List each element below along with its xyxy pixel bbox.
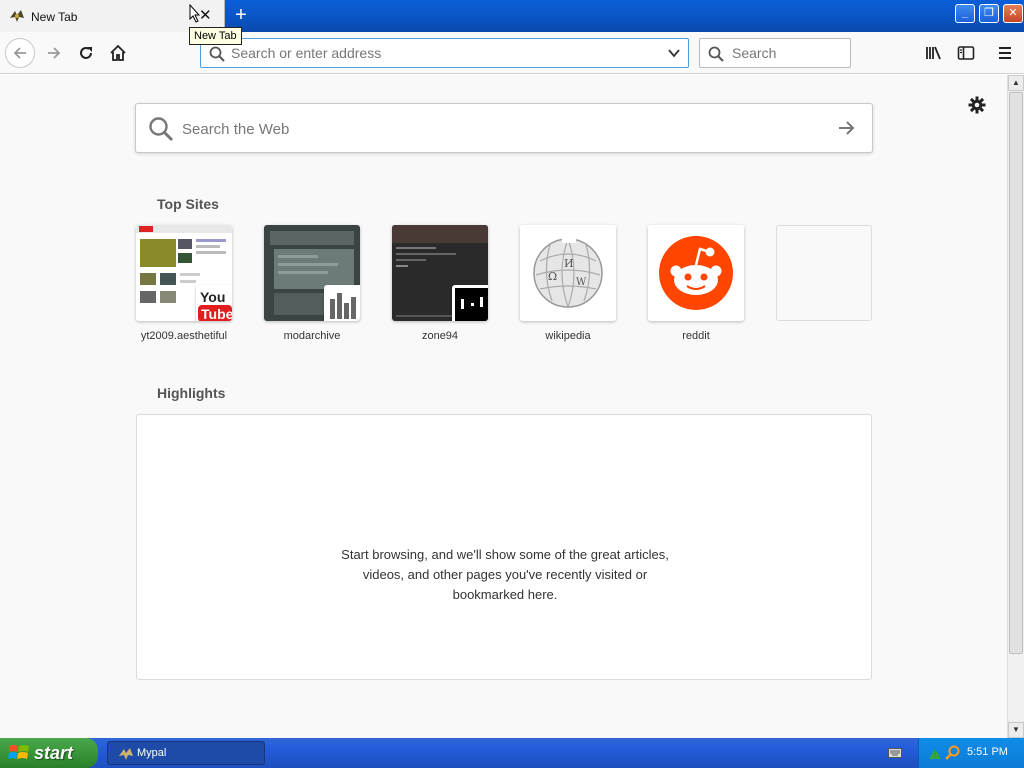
gear-icon	[968, 96, 986, 114]
minimize-button[interactable]: _	[955, 4, 975, 23]
back-arrow-icon	[13, 47, 26, 59]
menu-button[interactable]	[991, 39, 1019, 67]
web-search-box[interactable]	[135, 103, 873, 153]
scroll-up-arrow-icon[interactable]: ▲	[1008, 75, 1024, 91]
home-button[interactable]	[104, 39, 132, 67]
svg-text:W: W	[576, 277, 587, 288]
svg-text:Ω: Ω	[548, 270, 557, 283]
search-icon	[209, 46, 225, 62]
top-site-tile[interactable]: Ω И W wikipedia	[520, 225, 616, 342]
library-button[interactable]	[920, 39, 948, 67]
address-input[interactable]	[231, 44, 651, 62]
forward-arrow-icon	[48, 47, 61, 59]
search-icon	[149, 117, 174, 142]
top-site-label: modarchive	[283, 330, 341, 342]
top-site-tile[interactable]: reddit	[648, 225, 744, 342]
sidebar-toggle-button[interactable]	[952, 39, 980, 67]
search-icon	[708, 46, 724, 62]
tab-title: New Tab	[31, 10, 78, 24]
home-icon	[110, 44, 126, 61]
reload-button[interactable]	[72, 39, 100, 67]
top-site-tile[interactable]: You Tube yt2009.aesthetiful	[136, 225, 232, 342]
top-site-label: reddit	[682, 330, 710, 342]
site-thumbnail: You Tube	[136, 225, 232, 321]
svg-text:You: You	[200, 289, 225, 305]
scroll-thumb[interactable]	[1009, 92, 1023, 654]
wikipedia-globe-icon: Ω И W	[520, 225, 616, 321]
modarchive-logo-icon	[324, 285, 360, 321]
site-thumbnail	[392, 225, 488, 321]
site-thumbnail: Ω И W	[520, 225, 616, 321]
chevron-down-icon[interactable]	[667, 47, 681, 59]
navigation-toolbar	[0, 32, 1024, 74]
network-icon[interactable]	[927, 745, 943, 761]
taskbar-item-label: Mypal	[137, 747, 167, 759]
highlights-panel: Start browsing, and we'll show some of t…	[136, 414, 872, 680]
start-label: start	[34, 743, 74, 763]
zone94-logo-icon	[452, 285, 488, 321]
sidebar-icon	[957, 46, 975, 60]
settings-button[interactable]	[966, 94, 988, 116]
system-tray: 5:51 PM	[918, 738, 1024, 768]
empty-thumbnail	[776, 225, 872, 321]
windows-taskbar: start Mypal 5:51 PM	[0, 738, 1024, 768]
magnifier-tray-icon[interactable]	[945, 745, 961, 761]
top-sites-heading: Top Sites	[157, 196, 219, 212]
mouse-cursor-icon	[189, 3, 201, 26]
search-bar[interactable]	[699, 38, 851, 68]
maximize-button[interactable]: ❐	[979, 4, 999, 23]
address-bar[interactable]	[200, 38, 689, 68]
youtube-logo-icon: You Tube	[196, 285, 232, 321]
site-thumbnail	[264, 225, 360, 321]
reddit-logo-icon	[648, 225, 744, 321]
highlights-empty-message: Start browsing, and we'll show some of t…	[341, 547, 669, 602]
windows-logo-icon	[8, 745, 29, 759]
vertical-scrollbar[interactable]: ▲ ▼	[1007, 75, 1024, 738]
close-window-button[interactable]: ✕	[1003, 4, 1023, 23]
top-site-label: wikipedia	[545, 330, 591, 342]
web-search-input[interactable]	[182, 119, 802, 139]
tab-tooltip: New Tab	[189, 27, 242, 45]
top-site-label: yt2009.aesthetiful	[140, 330, 228, 342]
svg-text:Tube: Tube	[201, 306, 232, 321]
search-input[interactable]	[732, 44, 842, 62]
top-site-tile[interactable]: modarchive	[264, 225, 360, 342]
mypal-favicon-icon	[9, 9, 25, 23]
hamburger-menu-icon	[999, 47, 1011, 59]
forward-button[interactable]	[40, 39, 68, 67]
keyboard-icon[interactable]	[888, 748, 902, 758]
new-tab-button[interactable]: +	[231, 4, 251, 26]
scroll-down-arrow-icon[interactable]: ▼	[1008, 722, 1024, 738]
top-site-tile[interactable]: zone94	[392, 225, 488, 342]
arrow-right-icon[interactable]	[836, 118, 856, 138]
back-button[interactable]	[5, 38, 35, 68]
svg-text:И: И	[564, 257, 574, 270]
new-tab-page: Top Sites You	[0, 75, 1007, 738]
start-button[interactable]: start	[0, 738, 98, 768]
clock: 5:51 PM	[967, 746, 1008, 758]
top-site-empty-slot	[776, 225, 872, 321]
taskbar-item-mypal[interactable]: Mypal	[107, 741, 265, 765]
mypal-app-icon	[119, 748, 133, 760]
top-site-label: zone94	[421, 330, 459, 342]
library-icon	[926, 46, 941, 60]
title-bar: New Tab ✕ + _ ❐ ✕	[0, 0, 1024, 33]
reload-icon	[80, 47, 92, 59]
highlights-heading: Highlights	[157, 385, 226, 401]
site-thumbnail	[648, 225, 744, 321]
